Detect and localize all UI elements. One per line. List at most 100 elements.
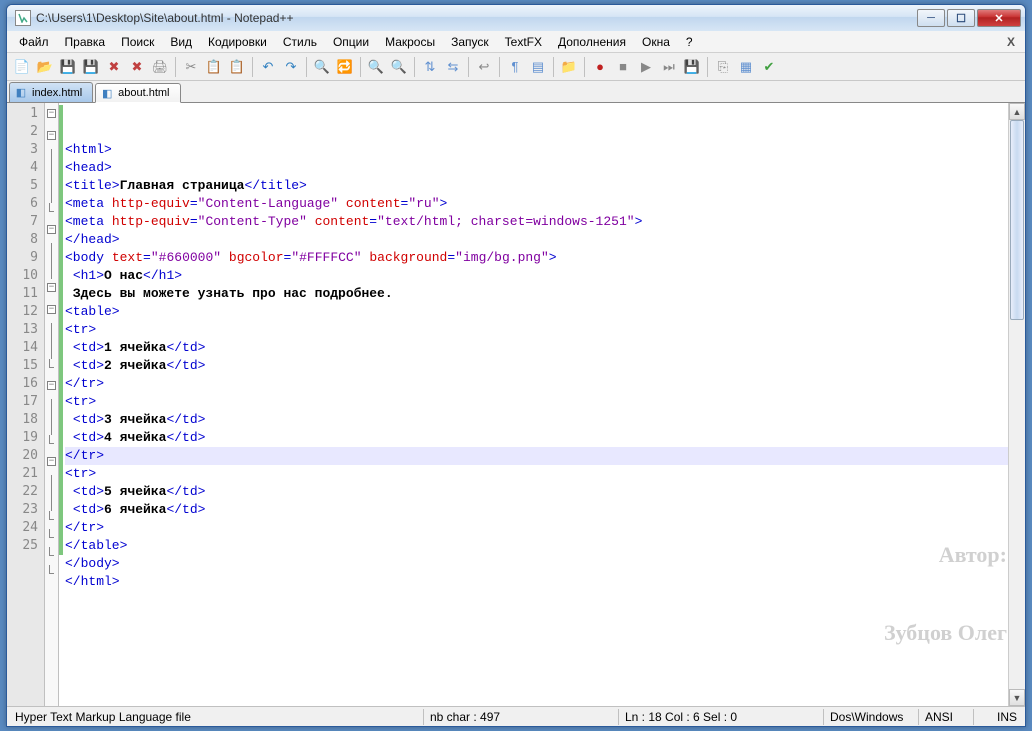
line-number[interactable]: 16 [7, 375, 38, 393]
folder-as-workspace-icon[interactable]: 📁 [558, 56, 580, 78]
fold-marker[interactable]: − [45, 305, 58, 323]
line-number[interactable]: 23 [7, 501, 38, 519]
line-number[interactable]: 24 [7, 519, 38, 537]
wordwrap-icon[interactable]: ↩ [473, 56, 495, 78]
line-number[interactable]: 20 [7, 447, 38, 465]
code-line[interactable]: <tr> [65, 393, 1025, 411]
code-line[interactable]: <td>2 ячейка</td> [65, 357, 1025, 375]
menu-макросы[interactable]: Макросы [377, 33, 443, 51]
line-number[interactable]: 3 [7, 141, 38, 159]
fold-marker[interactable]: − [45, 131, 58, 149]
line-number[interactable]: 18 [7, 411, 38, 429]
close-window-button[interactable]: ✕ [977, 9, 1021, 27]
cut-icon[interactable]: ✂ [180, 56, 202, 78]
code-line[interactable]: <table> [65, 303, 1025, 321]
sync-v-icon[interactable]: ⇅ [419, 56, 441, 78]
sync-h-icon[interactable]: ⇆ [442, 56, 464, 78]
open-file-icon[interactable]: 📂 [34, 56, 56, 78]
code-line[interactable]: </body> [65, 555, 1025, 573]
fold-marker[interactable]: − [45, 225, 58, 243]
code-line[interactable]: <td>5 ячейка</td> [65, 483, 1025, 501]
code-line[interactable]: <td>4 ячейка</td> [65, 429, 1025, 447]
code-line[interactable]: <title>Главная страница</title> [65, 177, 1025, 195]
menu-textfx[interactable]: TextFX [497, 33, 550, 51]
line-number[interactable]: 2 [7, 123, 38, 141]
code-line[interactable]: <body text="#660000" bgcolor="#FFFFCC" b… [65, 249, 1025, 267]
tab-index-html[interactable]: ◧index.html [9, 82, 93, 102]
zoom-out-icon[interactable]: 🔍 [388, 56, 410, 78]
code-line[interactable]: <h1>О нас</h1> [65, 267, 1025, 285]
menu-поиск[interactable]: Поиск [113, 33, 162, 51]
code-line[interactable]: <html> [65, 141, 1025, 159]
line-number-gutter[interactable]: 1234567891011121314151617181920212223242… [7, 103, 45, 706]
code-line[interactable]: <td>1 ячейка</td> [65, 339, 1025, 357]
title-bar[interactable]: C:\Users\1\Desktop\Site\about.html - Not… [7, 5, 1025, 31]
menu-окна[interactable]: Окна [634, 33, 678, 51]
menu-?[interactable]: ? [678, 33, 701, 51]
status-insert-mode[interactable]: INS [993, 710, 1021, 724]
code-line[interactable]: <head> [65, 159, 1025, 177]
code-area[interactable]: <html><head><title>Главная страница</tit… [63, 103, 1025, 706]
maximize-button[interactable]: ☐ [947, 9, 975, 27]
line-number[interactable]: 11 [7, 285, 38, 303]
line-number[interactable]: 9 [7, 249, 38, 267]
line-number[interactable]: 19 [7, 429, 38, 447]
fold-marker[interactable]: − [45, 109, 58, 127]
redo-icon[interactable]: ↷ [280, 56, 302, 78]
code-line[interactable]: <td>3 ячейка</td> [65, 411, 1025, 429]
line-number[interactable]: 21 [7, 465, 38, 483]
code-line[interactable]: <meta http-equiv="Content-Type" content=… [65, 213, 1025, 231]
spellcheck-icon[interactable]: ✔ [758, 56, 780, 78]
menu-правка[interactable]: Правка [57, 33, 114, 51]
code-line[interactable]: </head> [65, 231, 1025, 249]
save-icon[interactable]: 💾 [57, 56, 79, 78]
menu-опции[interactable]: Опции [325, 33, 377, 51]
menu-запуск[interactable]: Запуск [443, 33, 497, 51]
line-number[interactable]: 5 [7, 177, 38, 195]
find-icon[interactable]: 🔍 [311, 56, 333, 78]
undo-icon[interactable]: ↶ [257, 56, 279, 78]
save-all-icon[interactable]: 💾 [80, 56, 102, 78]
code-line[interactable]: </tr> [65, 519, 1025, 537]
menu-файл[interactable]: Файл [11, 33, 57, 51]
macro-play-icon[interactable]: ▶ [635, 56, 657, 78]
line-number[interactable]: 14 [7, 339, 38, 357]
line-number[interactable]: 4 [7, 159, 38, 177]
zoom-in-icon[interactable]: 🔍 [365, 56, 387, 78]
copy-icon[interactable]: 📋 [203, 56, 225, 78]
fold-marker[interactable]: − [45, 457, 58, 475]
indent-guide-icon[interactable]: ▤ [527, 56, 549, 78]
macro-save-icon[interactable]: 💾 [681, 56, 703, 78]
code-line[interactable]: Здесь вы можете узнать про нас подробнее… [65, 285, 1025, 303]
line-number[interactable]: 6 [7, 195, 38, 213]
menu-стиль[interactable]: Стиль [275, 33, 325, 51]
code-line[interactable]: </table> [65, 537, 1025, 555]
minimize-button[interactable]: ─ [917, 9, 945, 27]
show-all-icon[interactable]: ¶ [504, 56, 526, 78]
tab-about-html[interactable]: ◧about.html [95, 83, 180, 103]
scroll-down-icon[interactable]: ▼ [1009, 689, 1025, 706]
line-number[interactable]: 7 [7, 213, 38, 231]
code-line[interactable]: <tr> [65, 465, 1025, 483]
macro-record-icon[interactable]: ● [589, 56, 611, 78]
scroll-thumb[interactable] [1010, 120, 1024, 320]
line-number[interactable]: 15 [7, 357, 38, 375]
menu-close-x[interactable]: X [1001, 33, 1021, 51]
close-icon[interactable]: ✖ [103, 56, 125, 78]
line-number[interactable]: 17 [7, 393, 38, 411]
line-number[interactable]: 1 [7, 105, 38, 123]
code-line[interactable]: </tr> [65, 447, 1025, 465]
paste-icon[interactable]: 📋 [226, 56, 248, 78]
line-number[interactable]: 12 [7, 303, 38, 321]
code-line[interactable]: <td>6 ячейка</td> [65, 501, 1025, 519]
line-number[interactable]: 10 [7, 267, 38, 285]
fold-marker[interactable]: − [45, 283, 58, 301]
macro-stop-icon[interactable]: ■ [612, 56, 634, 78]
close-all-icon[interactable]: ✖ [126, 56, 148, 78]
menu-вид[interactable]: Вид [162, 33, 200, 51]
code-line[interactable]: </tr> [65, 375, 1025, 393]
menu-дополнения[interactable]: Дополнения [550, 33, 634, 51]
new-file-icon[interactable]: 📄 [11, 56, 33, 78]
code-line[interactable]: <tr> [65, 321, 1025, 339]
line-number[interactable]: 25 [7, 537, 38, 555]
